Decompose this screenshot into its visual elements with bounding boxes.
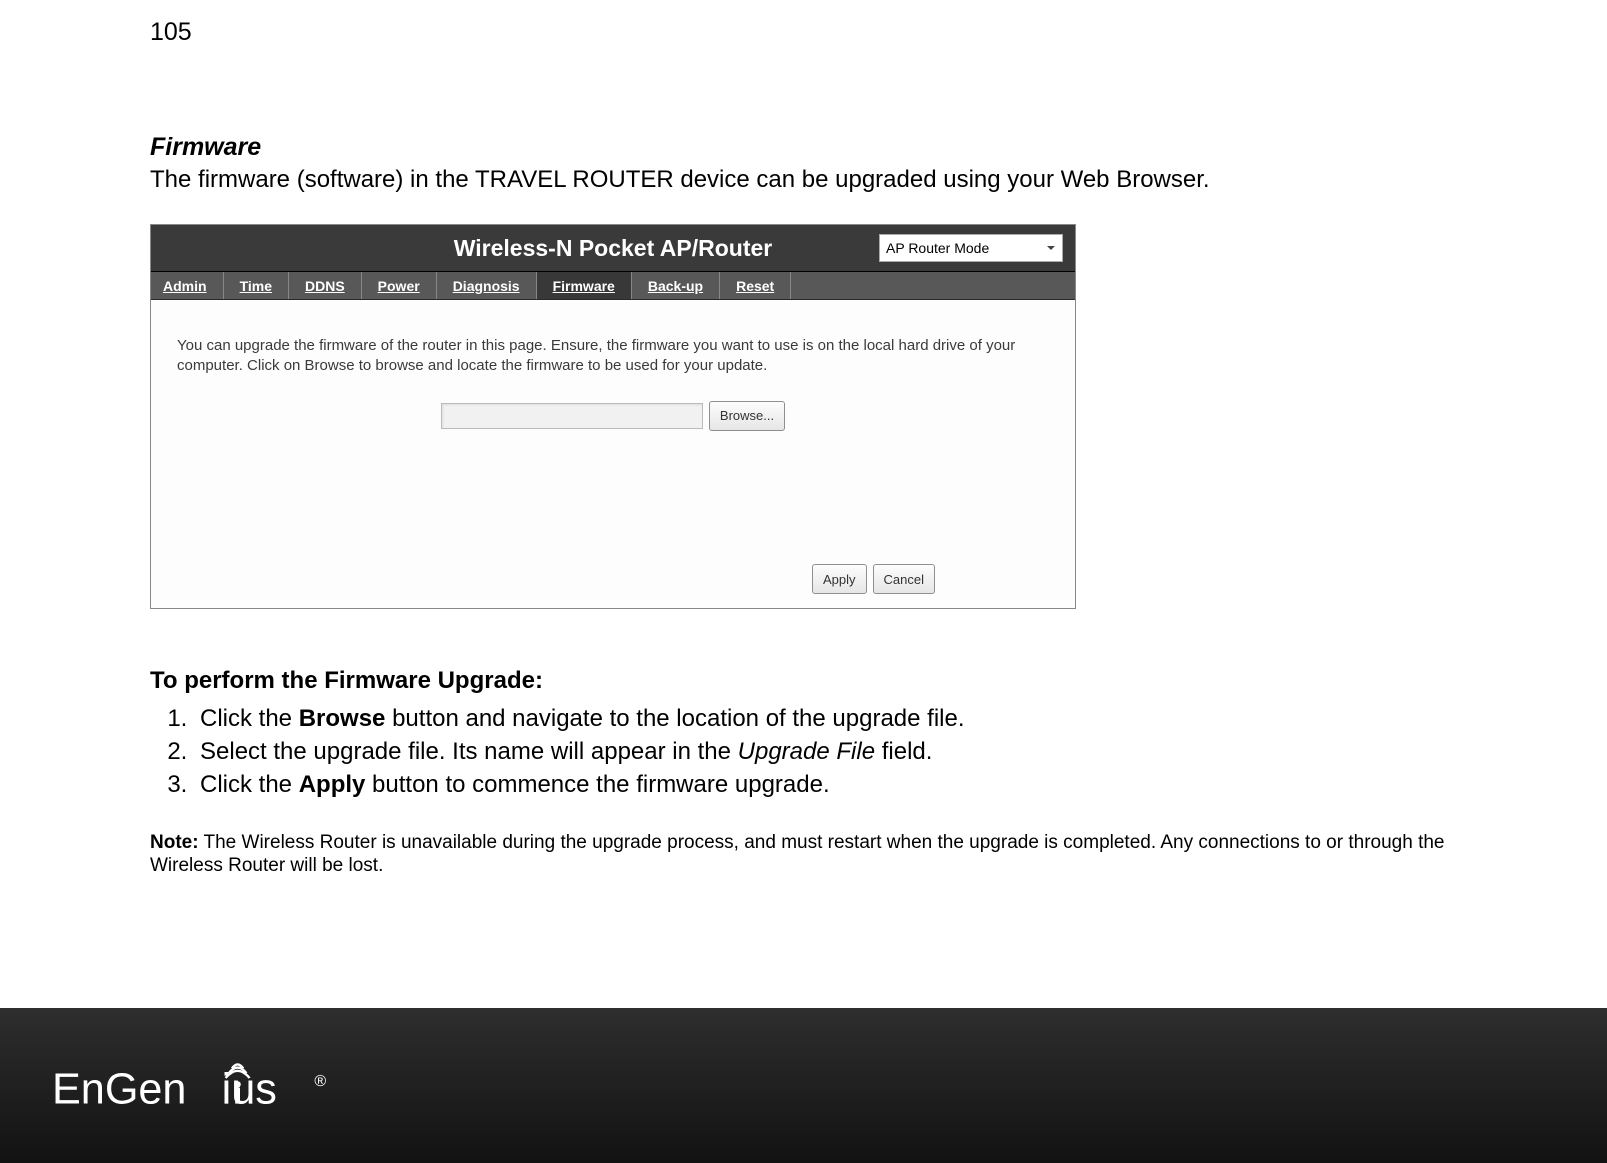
mode-select-value: AP Router Mode (886, 240, 989, 256)
list-item: Click the Apply button to commence the f… (194, 769, 1457, 800)
chevron-down-icon (1046, 243, 1056, 253)
panel-body: You can upgrade the firmware of the rout… (151, 300, 1075, 608)
tab-power[interactable]: Power (362, 272, 437, 299)
instructions-title: To perform the Firmware Upgrade: (150, 667, 1457, 695)
action-row: Apply Cancel (812, 564, 935, 594)
page-footer: EnGen ius ® (0, 1008, 1607, 1163)
tab-reset[interactable]: Reset (720, 272, 791, 299)
engenius-logo: EnGen ius ® (52, 1049, 372, 1123)
svg-text:EnGen: EnGen (52, 1065, 186, 1113)
note-label: Note: (150, 832, 199, 853)
svg-text:ius: ius (222, 1065, 277, 1113)
note-paragraph: Note: The Wireless Router is unavailable… (150, 831, 1457, 879)
list-item: Click the Browse button and navigate to … (194, 703, 1457, 734)
file-select-row: Browse... (177, 401, 1049, 431)
section-title: Firmware (150, 133, 1457, 162)
note-text: The Wireless Router is unavailable durin… (150, 832, 1444, 877)
tab-admin[interactable]: Admin (151, 272, 224, 299)
tab-back-up[interactable]: Back-up (632, 272, 720, 299)
browse-button[interactable]: Browse... (709, 401, 785, 431)
router-admin-panel: Wireless-N Pocket AP/Router AP Router Mo… (150, 224, 1076, 609)
tab-bar: AdminTimeDDNSPowerDiagnosisFirmwareBack-… (151, 272, 1075, 300)
router-header: Wireless-N Pocket AP/Router AP Router Mo… (151, 225, 1075, 272)
apply-button[interactable]: Apply (812, 564, 867, 594)
tab-time[interactable]: Time (224, 272, 289, 299)
svg-text:®: ® (314, 1073, 326, 1090)
tab-diagnosis[interactable]: Diagnosis (437, 272, 537, 299)
panel-description: You can upgrade the firmware of the rout… (177, 336, 1047, 377)
file-path-input[interactable] (441, 403, 703, 429)
section-intro: The firmware (software) in the TRAVEL RO… (150, 166, 1457, 194)
page-number: 105 (150, 18, 1457, 47)
list-item: Select the upgrade file. Its name will a… (194, 736, 1457, 767)
tab-ddns[interactable]: DDNS (289, 272, 362, 299)
instructions-section: To perform the Firmware Upgrade: Click t… (150, 667, 1457, 801)
tab-firmware[interactable]: Firmware (537, 272, 632, 299)
cancel-button[interactable]: Cancel (873, 564, 935, 594)
mode-select-dropdown[interactable]: AP Router Mode (879, 234, 1063, 262)
instructions-list: Click the Browse button and navigate to … (150, 703, 1457, 801)
